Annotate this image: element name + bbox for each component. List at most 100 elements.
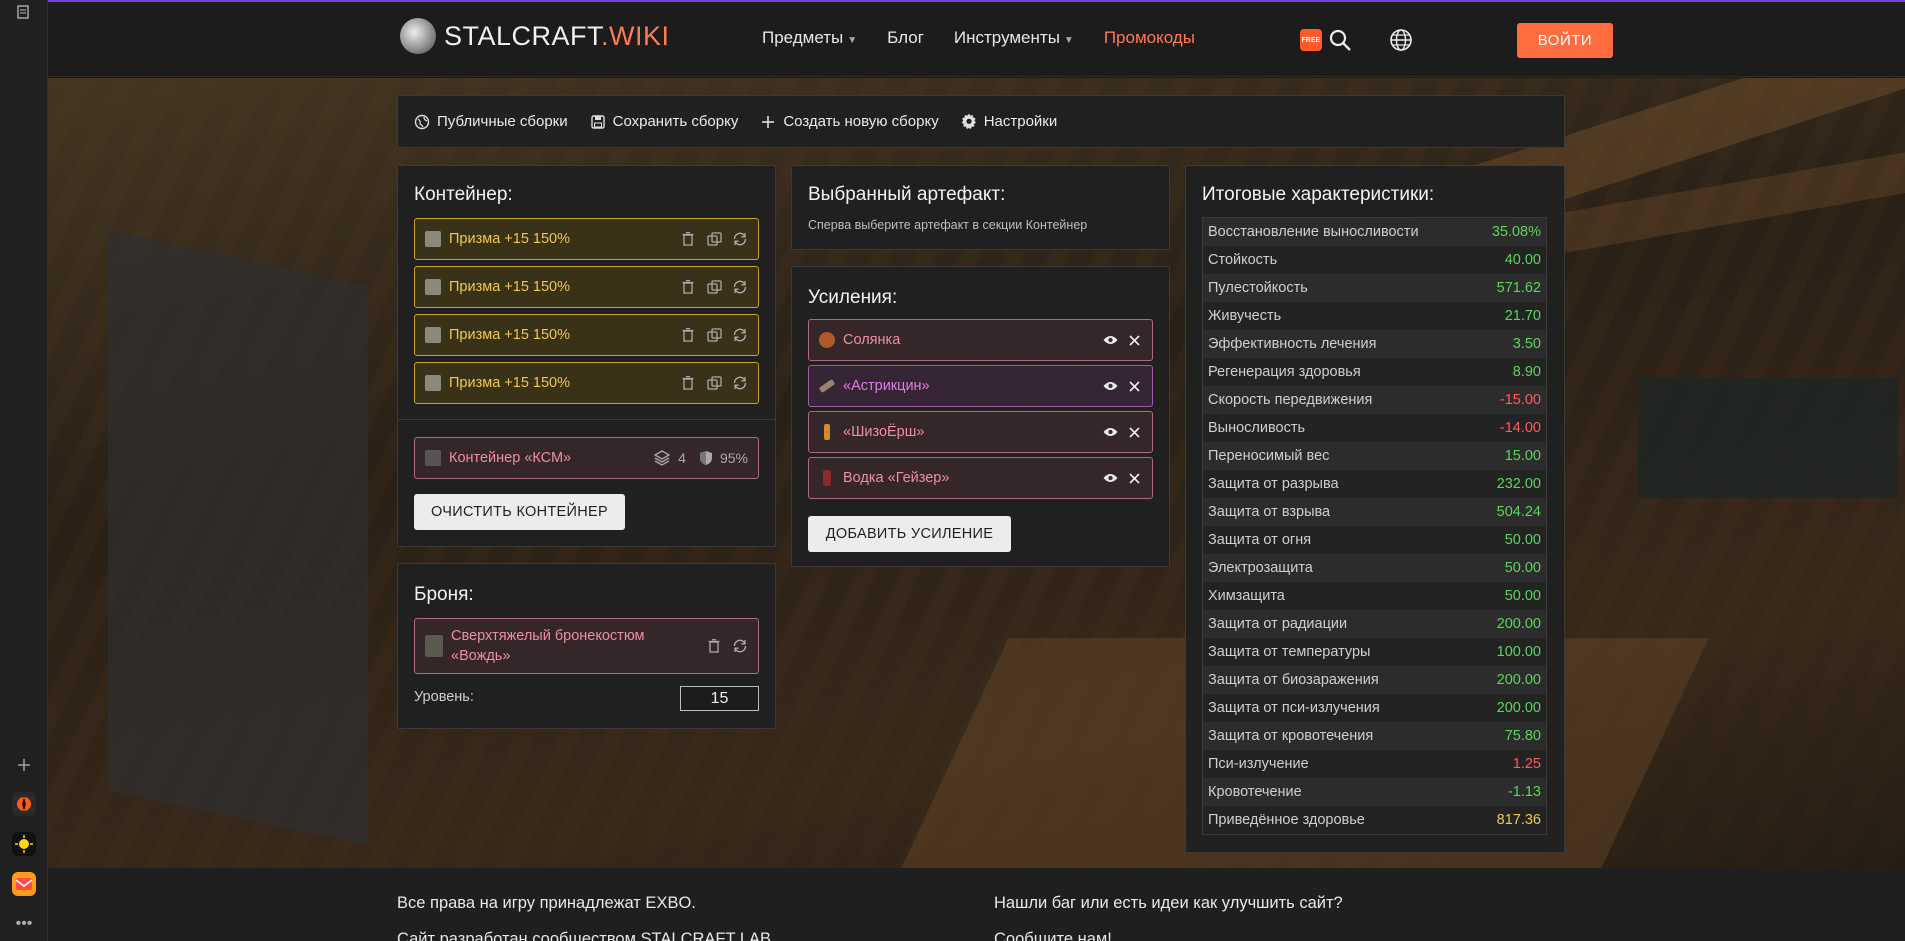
search-icon[interactable]: [1326, 26, 1354, 54]
armor-slot[interactable]: Сверхтяжелый бронекостюм «Вождь»: [414, 618, 759, 674]
artifact-slot[interactable]: Призма +15 150%: [414, 266, 759, 308]
stat-row: Защита от температуры 100.00: [1203, 638, 1546, 666]
notes-icon[interactable]: [12, 0, 36, 24]
stat-row: Кровотечение -1.13: [1203, 778, 1546, 806]
stat-row: Защита от огня 50.00: [1203, 526, 1546, 554]
close-icon[interactable]: [1126, 332, 1142, 348]
boost-slot[interactable]: Солянка: [808, 319, 1153, 361]
trash-icon[interactable]: [680, 375, 696, 391]
nav-blog[interactable]: Блог: [887, 28, 924, 48]
stat-name: Стойкость: [1208, 252, 1278, 268]
stat-name: Восстановление выносливости: [1208, 224, 1419, 240]
footer-rights: Все права на игру принадлежат EXBO.: [397, 894, 696, 912]
stat-value: 100.00: [1496, 644, 1541, 660]
footer-dev-line: Сайт разработан сообществом STALCRAFT LA…: [397, 930, 772, 941]
trash-icon[interactable]: [680, 327, 696, 343]
prism-artifact-icon: [425, 375, 441, 391]
save-build-button[interactable]: Сохранить сборку: [590, 113, 738, 130]
app-icon-1[interactable]: [12, 792, 36, 816]
add-boost-button[interactable]: ДОБАВИТЬ УСИЛЕНИЕ: [808, 516, 1011, 552]
app-icon-3[interactable]: [12, 872, 36, 896]
app-icon-2[interactable]: [12, 832, 36, 856]
artifact-slot[interactable]: Призма +15 150%: [414, 314, 759, 356]
copy-icon[interactable]: [706, 327, 722, 343]
copy-icon[interactable]: [706, 279, 722, 295]
nav-promocodes[interactable]: Промокоды: [1104, 28, 1195, 48]
stat-name: Выносливость: [1208, 420, 1306, 436]
new-build-button[interactable]: Создать новую сборку: [760, 113, 939, 130]
container-slot[interactable]: Контейнер «КСМ» 4 95%: [414, 437, 759, 479]
trash-icon[interactable]: [680, 231, 696, 247]
stat-name: Регенерация здоровья: [1208, 364, 1361, 380]
stats-panel: Итоговые характеристики: Восстановление …: [1185, 165, 1565, 853]
replace-icon[interactable]: [732, 279, 748, 295]
stat-name: Защита от взрыва: [1208, 504, 1331, 520]
site-logo[interactable]: STALCRAFT.WIKI: [400, 18, 670, 54]
stat-value: 571.62: [1496, 280, 1541, 296]
nav-tools[interactable]: Инструменты ▼: [954, 28, 1074, 48]
more-icon[interactable]: •••: [12, 912, 36, 936]
stat-value: 504.24: [1496, 504, 1541, 520]
armor-level-label: Уровень:: [414, 689, 474, 705]
stat-value: 50.00: [1504, 560, 1541, 576]
close-icon[interactable]: [1126, 424, 1142, 440]
stat-value: 8.90: [1512, 364, 1541, 380]
logo-emblem-icon: [400, 18, 436, 54]
syringe-icon: [818, 378, 836, 394]
stat-name: Защита от биозаражения: [1208, 672, 1379, 688]
plus-icon[interactable]: [12, 753, 36, 777]
replace-icon[interactable]: [732, 327, 748, 343]
stat-row: Регенерация здоровья 8.90: [1203, 358, 1546, 386]
close-icon[interactable]: [1126, 470, 1142, 486]
stat-row: Скорость передвижения -15.00: [1203, 386, 1546, 414]
stat-row: Стойкость 40.00: [1203, 246, 1546, 274]
stat-name: Кровотечение: [1208, 784, 1302, 800]
bottle-icon: [824, 424, 830, 440]
trash-icon[interactable]: [680, 279, 696, 295]
selected-artifact-panel: Выбранный артефакт: Сперва выберите арте…: [791, 165, 1170, 250]
copy-icon[interactable]: [706, 231, 722, 247]
armor-level-input[interactable]: 15: [680, 686, 759, 711]
main-nav: Предметы ▼ Блог Инструменты ▼ Промокоды: [762, 28, 1195, 48]
globe-icon: [414, 114, 430, 130]
close-icon[interactable]: [1126, 378, 1142, 394]
boost-slot[interactable]: «Астрикцин»: [808, 365, 1153, 407]
replace-icon[interactable]: [732, 638, 748, 654]
selected-artifact-hint: Сперва выберите артефакт в секции Контей…: [808, 218, 1088, 232]
globe-icon[interactable]: [1387, 26, 1415, 54]
settings-button[interactable]: Настройки: [961, 113, 1057, 130]
stat-row: Защита от пси-излучения 200.00: [1203, 694, 1546, 722]
stat-name: Защита от кровотечения: [1208, 728, 1374, 744]
stat-row: Защита от биозаражения 200.00: [1203, 666, 1546, 694]
free-badge[interactable]: FREE: [1300, 29, 1322, 51]
stat-value: 50.00: [1504, 588, 1541, 604]
clear-container-button[interactable]: ОЧИСТИТЬ КОНТЕЙНЕР: [414, 494, 625, 530]
eye-icon[interactable]: [1102, 470, 1118, 486]
caret-down-icon: ▼: [847, 35, 858, 46]
eye-icon[interactable]: [1102, 332, 1118, 348]
stat-value: 35.08%: [1491, 224, 1541, 240]
layers-icon: [652, 450, 672, 466]
public-builds-button[interactable]: Публичные сборки: [414, 113, 568, 130]
eye-icon[interactable]: [1102, 378, 1118, 394]
replace-icon[interactable]: [732, 375, 748, 391]
stat-value: 232.00: [1496, 476, 1541, 492]
artifact-slot[interactable]: Призма +15 150%: [414, 362, 759, 404]
stat-value: 1.25: [1512, 756, 1541, 772]
nav-items[interactable]: Предметы ▼: [762, 28, 857, 48]
trash-icon[interactable]: [706, 638, 722, 654]
copy-icon[interactable]: [706, 375, 722, 391]
build-toolbar: Публичные сборки Сохранить сборку Создат…: [397, 95, 1565, 148]
eye-icon[interactable]: [1102, 424, 1118, 440]
replace-icon[interactable]: [732, 231, 748, 247]
armor-name-line1: Сверхтяжелый бронекостюм: [451, 628, 645, 644]
artifact-slot[interactable]: Призма +15 150%: [414, 218, 759, 260]
stat-name: Защита от огня: [1208, 532, 1312, 548]
boost-slot[interactable]: Водка «Гейзер»: [808, 457, 1153, 499]
footer-contact-link[interactable]: Сообщите нам!: [994, 930, 1112, 941]
solyanka-icon: [819, 332, 835, 348]
container-protection: 95%: [719, 450, 748, 466]
selected-artifact-title: Выбранный артефакт:: [808, 184, 1006, 205]
login-button[interactable]: ВОЙТИ: [1517, 23, 1613, 58]
boost-slot[interactable]: «ШизоЁрш»: [808, 411, 1153, 453]
